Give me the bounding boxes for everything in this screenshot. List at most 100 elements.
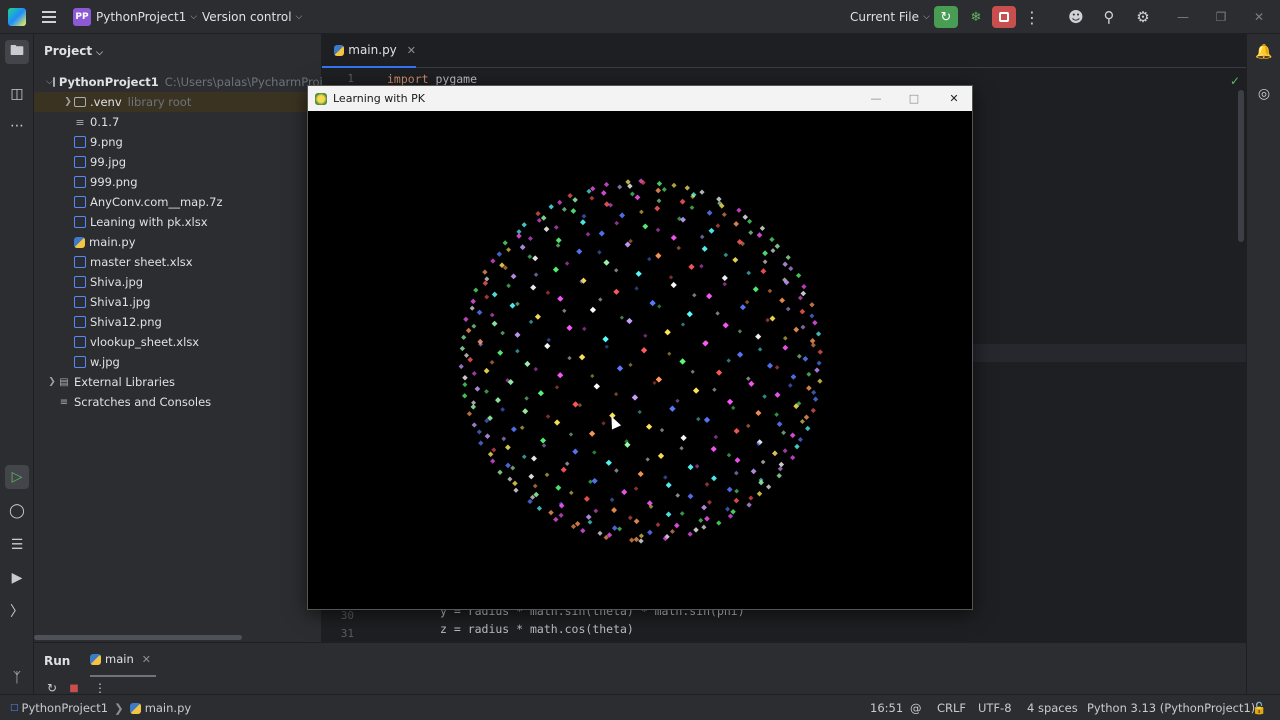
sphere-dot	[585, 514, 592, 520]
tree-item[interactable]: master sheet.xlsx	[34, 252, 322, 272]
git-icon[interactable]: ᛉ	[5, 666, 29, 690]
main-menu-icon[interactable]	[40, 0, 58, 34]
breadcrumb-project[interactable]: PythonProject1	[22, 701, 109, 715]
project-badge[interactable]: PP	[73, 8, 91, 26]
sphere-dot	[461, 334, 467, 340]
sphere-dot	[536, 505, 542, 512]
horizontal-scrollbar[interactable]	[34, 635, 242, 640]
structure-icon[interactable]: ◫	[5, 82, 29, 106]
terminal-icon[interactable]: 〉	[5, 599, 29, 623]
ai-assistant-icon[interactable]: ◎	[1252, 82, 1276, 106]
sphere-dot	[580, 528, 586, 534]
sphere-dot	[502, 240, 508, 246]
tree-item[interactable]: vlookup_sheet.xlsx	[34, 332, 322, 352]
sphere-dot	[772, 450, 778, 457]
line-ending[interactable]: CRLF	[937, 695, 966, 720]
run-tab-main[interactable]: main ✕	[90, 643, 156, 677]
tree-item[interactable]: Shiva12.png	[34, 312, 322, 332]
project-tool-folder-icon[interactable]: 🖿	[5, 40, 29, 64]
rerun-icon[interactable]: ↻	[40, 681, 64, 695]
tree-item[interactable]: 99.jpg	[34, 152, 322, 172]
tree-item[interactable]: Shiva1.jpg	[34, 292, 322, 312]
pygame-window[interactable]: Learning with PK — □ ✕	[307, 85, 973, 610]
file-encoding[interactable]: UTF-8	[978, 695, 1012, 720]
sphere-dot	[585, 231, 591, 237]
sphere-dot	[694, 464, 700, 469]
more-actions-icon[interactable]: ⋮	[88, 681, 112, 695]
pygame-title-bar[interactable]: Learning with PK — □ ✕	[308, 86, 972, 111]
python-interpreter[interactable]: Python 3.13 (PythonProject1)	[1087, 695, 1255, 720]
minimize-icon[interactable]: —	[856, 86, 896, 111]
more-actions-icon[interactable]: ⋮	[1024, 0, 1040, 34]
sphere-dot	[701, 245, 708, 252]
caret-position[interactable]: 16:51	[870, 695, 903, 720]
breadcrumb[interactable]: □ PythonProject1 ❯ main.py	[10, 695, 191, 720]
sphere-dot	[733, 221, 739, 227]
settings-gear-icon[interactable]: ⚙	[1132, 0, 1154, 34]
tree-item[interactable]: ❯ .venv library root	[34, 92, 322, 112]
tree-item[interactable]: AnyConv.com__map.7z	[34, 192, 322, 212]
sphere-dot	[814, 367, 820, 373]
editor-vertical-scrollbar[interactable]	[1238, 90, 1244, 242]
tree-root-row[interactable]: ⌵ PythonProject1 C:\Users\palas\PycharmP…	[34, 72, 330, 92]
sphere-dot	[470, 298, 476, 305]
sphere-dot	[506, 247, 512, 253]
sphere-dot	[746, 502, 752, 508]
sphere-dot	[540, 215, 547, 221]
close-tab-icon[interactable]: ✕	[407, 44, 416, 57]
tab-main-py[interactable]: main.py ✕	[322, 34, 416, 68]
tree-item[interactable]: w.jpg	[34, 352, 322, 372]
tree-item[interactable]: Leaning with pk.xlsx	[34, 212, 322, 232]
restore-icon[interactable]: ❐	[1206, 0, 1236, 34]
close-tab-icon[interactable]: ✕	[142, 653, 151, 666]
run-tool-icon[interactable]: ▷	[5, 465, 29, 489]
sphere-dot	[476, 429, 482, 435]
sphere-dot	[467, 356, 474, 363]
close-icon[interactable]: ✕	[1244, 0, 1274, 34]
code-line[interactable]: import pygame	[387, 72, 477, 86]
lock-icon[interactable]: 🔓	[1252, 695, 1266, 720]
rerun-button[interactable]: ↻	[934, 6, 958, 28]
sphere-dot	[640, 347, 648, 354]
indent-setting[interactable]: 4 spaces	[1027, 695, 1078, 720]
code-line[interactable]: z = radius * math.cos(theta)	[440, 622, 634, 636]
tree-item[interactable]: 9.png	[34, 132, 322, 152]
sphere-dot	[727, 513, 734, 519]
tree-external-libraries[interactable]: ❯ ▤ External Libraries	[34, 372, 322, 392]
sphere-dot	[635, 270, 642, 277]
at-sign-icon[interactable]: @	[910, 695, 922, 720]
search-icon[interactable]: ⚲	[1098, 0, 1120, 34]
layers-icon[interactable]: ☰	[5, 533, 29, 557]
version-control-menu[interactable]: Version control ⌵	[202, 0, 302, 34]
project-switcher[interactable]: PythonProject1 ⌵	[96, 0, 197, 34]
sphere-dot	[665, 511, 672, 518]
sphere-dot	[669, 529, 675, 534]
sphere-dot	[733, 427, 740, 435]
add-user-icon[interactable]: ☻	[1065, 0, 1087, 34]
notifications-bell-icon[interactable]: 🔔	[1252, 40, 1276, 64]
tree-item[interactable]: main.py	[34, 232, 322, 252]
tree-item[interactable]: Shiva.jpg	[34, 272, 322, 292]
no-problems-check-icon[interactable]: ✓	[1230, 74, 1240, 88]
tree-item[interactable]: 999.png	[34, 172, 322, 192]
tree-scratches[interactable]: ≡ Scratches and Consoles	[34, 392, 322, 412]
tree-item[interactable]: ≡ 0.1.7	[34, 112, 322, 132]
close-icon[interactable]: ✕	[934, 86, 974, 111]
more-tools-icon[interactable]: ⋯	[5, 114, 29, 138]
breadcrumb-file[interactable]: main.py	[145, 701, 192, 715]
sphere-dot	[664, 329, 671, 336]
maximize-icon[interactable]: □	[894, 86, 934, 111]
chevron-down-icon: ⌵	[295, 12, 303, 22]
sphere-dot	[637, 409, 642, 415]
debug-button[interactable]: ❄	[964, 6, 988, 28]
services-icon[interactable]: ▶	[5, 566, 29, 590]
pygame-canvas[interactable]	[308, 111, 972, 609]
minimize-icon[interactable]: —	[1168, 0, 1198, 34]
project-panel-title[interactable]: Project ⌵	[44, 44, 103, 58]
python-console-icon[interactable]: ◯	[5, 499, 29, 523]
stop-button[interactable]	[992, 6, 1016, 28]
run-config-selector[interactable]: Current File ⌵	[850, 0, 930, 34]
sphere-dot	[713, 434, 719, 440]
stop-icon[interactable]: ■	[62, 681, 86, 695]
sphere-dot	[788, 266, 794, 272]
